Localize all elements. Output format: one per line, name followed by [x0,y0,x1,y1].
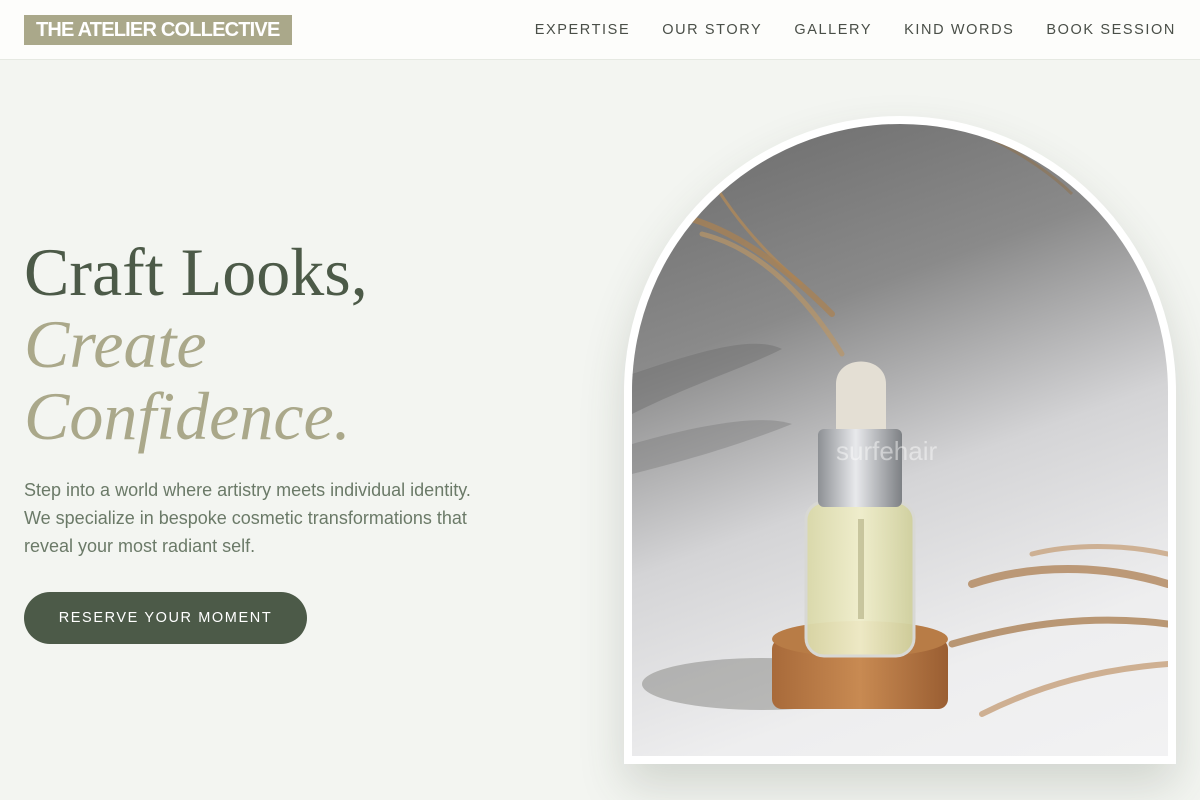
dried-grass [948,616,1168,648]
dried-grass [1029,544,1168,557]
dropper-bulb [836,361,886,429]
hero-image-frame: surfehair [624,116,1176,764]
dried-grass [991,137,1074,196]
hero-title-line-2: Create [24,306,207,382]
nav-link-gallery[interactable]: GALLERY [794,22,872,38]
site-header: THE ATELIER COLLECTIVE EXPERTISE OUR STO… [0,0,1200,60]
nav-link-our-story[interactable]: OUR STORY [662,22,762,38]
dried-grass [669,211,835,317]
hero-title-line-1: Craft Looks, [24,234,368,310]
hero-title-line-3: Confidence. [24,378,351,454]
dried-grass [690,143,803,286]
dropper-tube [858,519,864,619]
nav-link-kind-words[interactable]: KIND WORDS [904,22,1014,38]
nav-link-expertise[interactable]: EXPERTISE [535,22,631,38]
reserve-moment-button[interactable]: RESERVE YOUR MOMENT [24,592,307,644]
dried-grass [979,661,1168,717]
dried-grass [699,231,845,357]
dried-grass [968,565,1168,588]
hero-title: Craft Looks, Create Confidence. [24,236,564,452]
main-nav: EXPERTISE OUR STORY GALLERY KIND WORDS B… [535,0,1176,60]
image-watermark: surfehair [836,436,938,466]
serum-bottle-photo: surfehair [632,124,1168,756]
nav-link-book-session[interactable]: BOOK SESSION [1046,22,1176,38]
site-logo[interactable]: THE ATELIER COLLECTIVE [24,15,292,45]
leaf-shadow [632,420,792,474]
hero-description: Step into a world where artistry meets i… [24,480,471,556]
leaf-shadow [632,343,782,414]
